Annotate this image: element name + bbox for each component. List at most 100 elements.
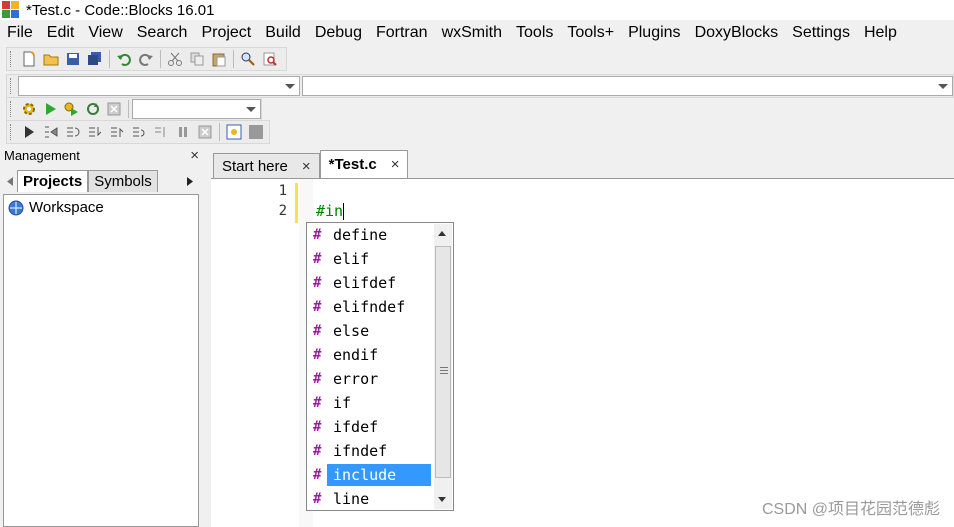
menu-view[interactable]: View: [81, 24, 129, 42]
open-file-button[interactable]: [41, 49, 61, 69]
menu-project[interactable]: Project: [194, 24, 258, 42]
undo-icon: [117, 53, 131, 66]
scroll-down-icon[interactable]: [438, 497, 446, 502]
run-to-cursor-button[interactable]: [41, 122, 61, 142]
rebuild-icon: [86, 103, 99, 115]
menu-doxyblocks[interactable]: DoxyBlocks: [688, 24, 786, 42]
tab-test-c[interactable]: *Test.c ×: [319, 150, 409, 178]
save-button[interactable]: [63, 49, 83, 69]
window-title: *Test.c - Code::Blocks 16.01: [26, 1, 215, 19]
redo-button[interactable]: [136, 49, 156, 69]
debug-continue-button[interactable]: [19, 122, 39, 142]
menu-tools[interactable]: Tools: [509, 24, 560, 42]
step-into-button[interactable]: [85, 122, 105, 142]
autocomplete-item[interactable]: # endif: [313, 344, 433, 366]
close-icon[interactable]: ×: [391, 156, 400, 173]
preprocessor-hash-icon: #: [313, 299, 322, 315]
autocomplete-item[interactable]: # define: [313, 224, 433, 246]
preprocessor-hash-icon: #: [313, 491, 322, 507]
next-instruction-button[interactable]: [129, 122, 149, 142]
menu-debug[interactable]: Debug: [308, 24, 369, 42]
autocomplete-item[interactable]: # error: [313, 368, 433, 390]
new-file-button[interactable]: [19, 49, 39, 69]
menu-tools-plus[interactable]: Tools+: [560, 24, 621, 42]
copy-button[interactable]: [187, 49, 207, 69]
paste-button[interactable]: [209, 49, 229, 69]
step-out-icon: [111, 127, 124, 137]
rebuild-button[interactable]: [83, 99, 102, 119]
build-and-run-button[interactable]: [62, 99, 81, 119]
save-all-button[interactable]: [85, 49, 105, 69]
next-line-button[interactable]: [63, 122, 83, 142]
menu-file[interactable]: File: [0, 24, 40, 42]
menu-wxsmith[interactable]: wxSmith: [435, 24, 509, 42]
item-label: if: [333, 394, 352, 412]
stop-debugger-button[interactable]: [195, 122, 215, 142]
toolbar-grip[interactable]: [10, 101, 14, 117]
tab-scroll-right-icon[interactable]: [181, 170, 199, 192]
step-into-instruction-button[interactable]: [151, 122, 171, 142]
run-button[interactable]: [40, 99, 59, 119]
undo-button[interactable]: [114, 49, 134, 69]
next-line-icon: [67, 127, 80, 137]
menu-build[interactable]: Build: [258, 24, 308, 42]
code-line[interactable]: #in: [316, 202, 345, 220]
preprocessor-hash-icon: #: [313, 227, 322, 243]
preprocessor-hash-icon: #: [313, 395, 322, 411]
various-info-button[interactable]: [246, 122, 266, 142]
line-number: 1: [278, 183, 287, 199]
build-target-combo[interactable]: [131, 99, 261, 119]
line-number-gutter: 1 2: [211, 179, 295, 527]
close-icon[interactable]: ×: [302, 158, 311, 175]
menu-settings[interactable]: Settings: [785, 24, 857, 42]
break-debugger-button[interactable]: [173, 122, 193, 142]
scrollbar-thumb[interactable]: [435, 246, 451, 478]
item-label: include: [327, 464, 431, 486]
toolbar-separator: [233, 50, 234, 68]
main-toolbar: [6, 47, 287, 71]
item-label: ifndef: [333, 442, 388, 460]
step-out-button[interactable]: [107, 122, 127, 142]
autocomplete-item[interactable]: # elifndef: [313, 296, 433, 318]
editor-tabs: Start here × *Test.c ×: [213, 150, 954, 178]
preprocessor-hash-icon: #: [313, 275, 322, 291]
popup-scrollbar[interactable]: [434, 224, 452, 509]
toolbar-grip[interactable]: [10, 124, 14, 140]
abort-button[interactable]: [105, 99, 124, 119]
autocomplete-item[interactable]: # ifndef: [313, 440, 433, 462]
codeblocks-logo-icon: [2, 1, 20, 19]
close-icon[interactable]: ×: [190, 147, 199, 164]
autocomplete-item[interactable]: # line: [313, 488, 433, 510]
tab-start-here[interactable]: Start here ×: [213, 153, 320, 178]
item-label: error: [333, 370, 379, 388]
find-button[interactable]: [238, 49, 258, 69]
management-tabs: Projects Symbols: [3, 170, 199, 192]
menu-fortran[interactable]: Fortran: [369, 24, 435, 42]
workspace-node[interactable]: Workspace: [4, 195, 198, 220]
toolbar-grip[interactable]: [10, 78, 14, 94]
toolbar-grip[interactable]: [10, 51, 14, 67]
build-button[interactable]: [19, 99, 38, 119]
autocomplete-item-selected[interactable]: # include: [313, 464, 433, 486]
autocomplete-item[interactable]: # ifdef: [313, 416, 433, 438]
tab-scroll-left-icon[interactable]: [3, 170, 17, 192]
autocomplete-item[interactable]: # elifdef: [313, 272, 433, 294]
menu-edit[interactable]: Edit: [40, 24, 82, 42]
replace-button[interactable]: [260, 49, 280, 69]
menu-help[interactable]: Help: [857, 24, 904, 42]
save-icon: [67, 53, 79, 65]
menu-plugins[interactable]: Plugins: [621, 24, 687, 42]
autocomplete-item[interactable]: # else: [313, 320, 433, 342]
debugging-windows-button[interactable]: [224, 122, 244, 142]
debug-play-icon: [25, 126, 34, 138]
autocomplete-item[interactable]: # if: [313, 392, 433, 414]
scroll-up-icon[interactable]: [438, 231, 446, 236]
tab-symbols[interactable]: Symbols: [88, 170, 158, 192]
menu-search[interactable]: Search: [130, 24, 195, 42]
tab-projects[interactable]: Projects: [17, 170, 89, 192]
function-combo[interactable]: [302, 76, 953, 96]
cut-button[interactable]: [165, 49, 185, 69]
autocomplete-item[interactable]: # elif: [313, 248, 433, 270]
scope-combo[interactable]: [17, 76, 301, 96]
save-all-icon: [88, 52, 101, 65]
